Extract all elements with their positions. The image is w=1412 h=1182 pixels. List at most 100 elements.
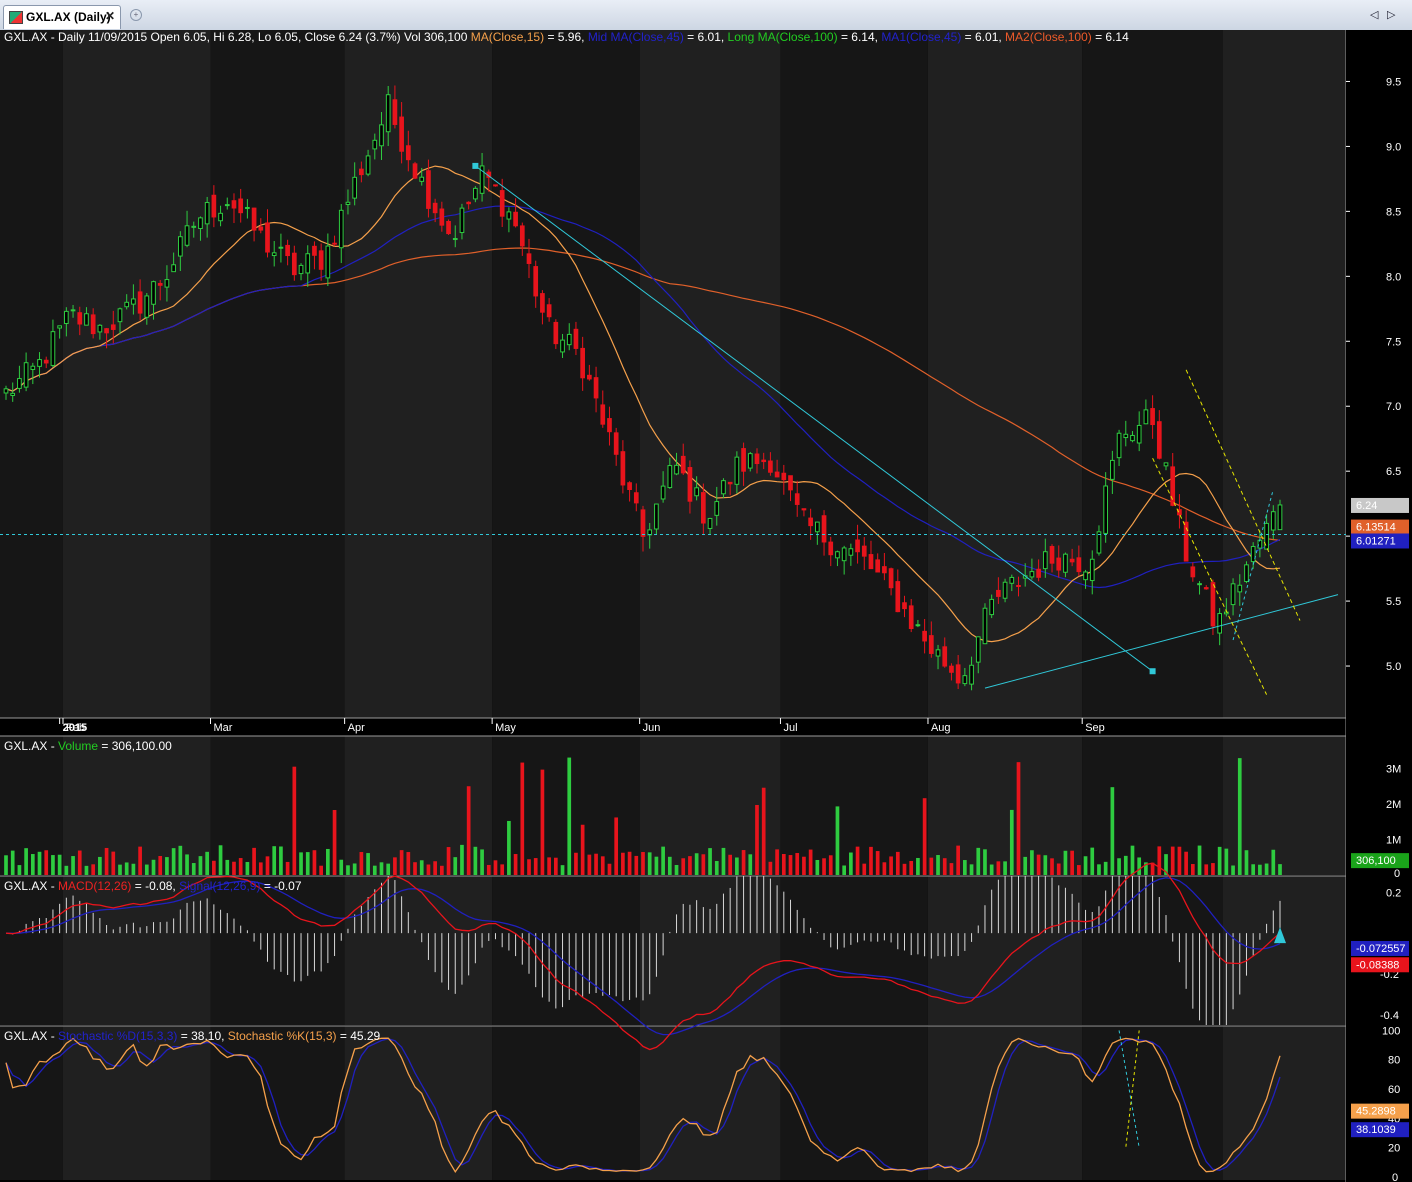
- chart-area[interactable]: 5.05.56.06.57.07.58.08.59.09.51M2M3M00.2…: [0, 30, 1412, 1182]
- volume-bar: [795, 853, 800, 875]
- volume-bar: [232, 861, 236, 875]
- candle-body: [77, 312, 83, 325]
- close-icon[interactable]: ✕: [105, 9, 115, 23]
- month-band: [639, 876, 781, 1025]
- candle-body: [37, 359, 42, 367]
- stoch-d-badge: 38.1039: [1356, 1124, 1396, 1136]
- volume-bar: [621, 852, 625, 875]
- volume-bar: [191, 863, 196, 875]
- volume-bar: [352, 863, 357, 875]
- volume-bar: [748, 854, 753, 875]
- candle-body: [365, 155, 371, 175]
- volume-bar: [37, 851, 42, 875]
- macd-tick-label: -0.4: [1380, 1010, 1399, 1022]
- volume-bar: [272, 846, 277, 875]
- volume-bar: [339, 859, 344, 875]
- volume-bar: [1217, 846, 1222, 875]
- volume-bar: [741, 850, 746, 875]
- volume-bar: [862, 863, 867, 875]
- volume-bar: [77, 850, 82, 875]
- volume-bar: [64, 865, 69, 875]
- volume-bar: [1204, 864, 1209, 875]
- candle-body: [338, 209, 344, 249]
- candle-body: [1049, 546, 1055, 564]
- volume-bar: [1231, 865, 1235, 875]
- macd-signal-badge: -0.072557: [1356, 943, 1406, 955]
- stoch-pane-title-part: = 45.29: [337, 1029, 381, 1043]
- scroll-right-icon[interactable]: ▷: [1387, 8, 1399, 22]
- month-label: Aug: [931, 722, 951, 734]
- volume-bar: [98, 856, 102, 875]
- candle-body: [1069, 558, 1075, 563]
- candle-body: [741, 448, 746, 472]
- month-band: [0, 876, 63, 1025]
- volume-bar: [10, 850, 15, 875]
- candle-body: [1110, 459, 1115, 480]
- price-tick-label: 8.5: [1386, 206, 1401, 218]
- candle-body: [1170, 466, 1176, 506]
- tab-chart[interactable]: GXL.AX (Daily) ✕: [3, 5, 121, 29]
- month-band: [780, 876, 928, 1025]
- stoch-pane-title-part: Stochastic %D(15,3,3): [58, 1029, 177, 1043]
- volume-bar: [118, 864, 122, 875]
- candle-body: [526, 253, 532, 264]
- candle-body: [861, 545, 867, 557]
- volume-bar: [775, 849, 779, 875]
- volume-bar: [1258, 864, 1262, 875]
- price-pane-title: GXL.AX - Daily 11/09/2015 Open 6.05, Hi …: [4, 30, 1129, 44]
- volume-bar: [641, 852, 645, 875]
- volume-bar: [386, 863, 391, 875]
- scroll-left-icon[interactable]: ◁: [1370, 8, 1382, 22]
- volume-bar: [1197, 845, 1202, 875]
- candle-body: [1063, 553, 1068, 573]
- candle-body: [171, 264, 176, 273]
- volume-bar: [909, 860, 914, 875]
- candle-body: [298, 264, 304, 275]
- price-tick-label: 8.0: [1386, 271, 1401, 283]
- candle-body: [908, 605, 914, 629]
- month-label: Apr: [348, 722, 365, 734]
- candle-body: [124, 301, 130, 308]
- candle-body: [1237, 584, 1243, 593]
- candle-body: [23, 362, 29, 388]
- candle-body: [727, 481, 733, 485]
- volume-bar: [902, 863, 907, 875]
- month-band: [344, 30, 493, 718]
- volume-bar: [1070, 850, 1074, 875]
- volume-bar: [1097, 864, 1101, 875]
- candle-body: [204, 202, 210, 225]
- month-band: [210, 736, 345, 875]
- volume-bar: [607, 863, 612, 875]
- volume-bar: [1177, 846, 1182, 875]
- volume-bar: [399, 850, 404, 875]
- close-price-badge: 6.24: [1356, 500, 1377, 512]
- candle-body: [1009, 576, 1015, 584]
- volume-pane-title: GXL.AX - Volume = 306,100.00: [4, 739, 172, 753]
- candle-body: [949, 665, 954, 673]
- candle-body: [1277, 504, 1283, 531]
- volume-bar: [238, 858, 243, 875]
- volume-bar: [1251, 864, 1256, 875]
- candle-body: [902, 602, 907, 610]
- month-band: [1082, 736, 1224, 875]
- candle-body: [982, 607, 988, 645]
- volume-bar: [600, 856, 605, 875]
- stoch-tick-label: 60: [1388, 1084, 1400, 1096]
- new-tab-icon[interactable]: +: [130, 9, 142, 21]
- candle-body: [1210, 582, 1216, 627]
- month-band: [492, 1026, 640, 1180]
- volume-bar: [439, 865, 444, 875]
- volume-badge: 306,100: [1356, 855, 1396, 867]
- volume-bar: [158, 855, 163, 875]
- candle-body: [781, 472, 787, 481]
- month-band: [780, 1026, 928, 1180]
- candle-body: [553, 321, 559, 345]
- volume-bar: [728, 854, 733, 875]
- month-band: [210, 30, 345, 718]
- volume-bar: [547, 857, 551, 875]
- volume-pane-title-part: GXL.AX -: [4, 739, 58, 753]
- candle-body: [633, 492, 639, 504]
- candle-body: [184, 225, 190, 246]
- ma45-badge: 6.01271: [1356, 535, 1396, 547]
- candle-body: [1123, 433, 1129, 439]
